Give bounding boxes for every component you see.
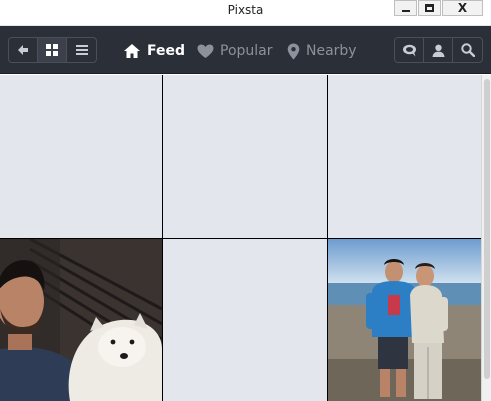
minimize-icon [401,9,410,12]
user-icon [432,44,444,57]
list-view-icon [75,45,88,55]
view-controls [8,37,97,63]
list-view-button[interactable] [67,38,96,62]
scrollbar-thumb[interactable] [484,79,490,379]
nav-feed[interactable]: Feed [123,40,185,62]
heart-icon [197,44,214,58]
close-icon: X [457,1,468,15]
back-button[interactable] [9,38,38,62]
photo-tile-placeholder[interactable] [0,75,162,238]
messages-button[interactable] [395,38,424,62]
profile-button[interactable] [424,38,453,62]
minimize-button[interactable] [394,0,417,16]
photo-tile-placeholder[interactable] [328,75,491,238]
window-titlebar: Pixsta X [0,0,491,26]
photo-tile[interactable] [0,239,162,401]
app-toolbar: Feed Popular Nearby [0,26,491,74]
grid-view-icon [46,44,58,56]
close-button[interactable]: X [442,0,483,16]
search-icon [460,43,475,57]
photo-tile-placeholder[interactable] [163,75,327,238]
nav-feed-label: Feed [147,43,186,59]
photo-tile-placeholder[interactable] [163,239,327,401]
action-controls [394,37,483,63]
back-arrow-icon [18,45,28,55]
photo-two-men-on-beach [328,239,491,401]
map-pin-icon [287,43,300,59]
grid-view-button[interactable] [38,38,67,62]
chat-bubble-icon [402,44,416,56]
home-icon [124,44,140,58]
photo-grid [0,75,491,401]
search-button[interactable] [453,38,482,62]
nav-popular-label: Popular [220,43,273,59]
photo-man-with-white-dog [0,239,162,401]
nav-nearby[interactable]: Nearby [287,40,357,62]
nav-nearby-label: Nearby [306,43,357,59]
maximize-icon [425,4,434,12]
nav-popular[interactable]: Popular [197,40,273,62]
maximize-button[interactable] [418,0,441,16]
vertical-scrollbar[interactable] [481,75,491,401]
photo-tile[interactable] [328,239,491,401]
